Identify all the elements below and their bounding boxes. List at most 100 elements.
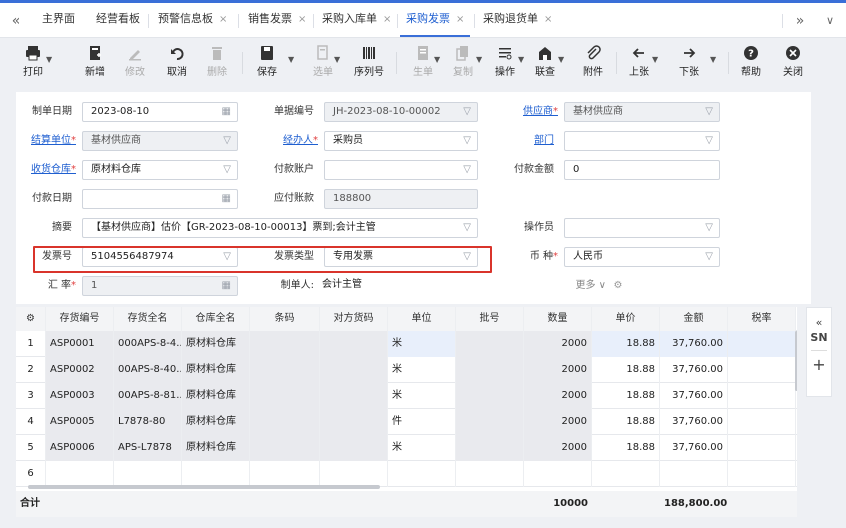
- help-button[interactable]: ? 帮助: [736, 44, 766, 78]
- linked-query-button[interactable]: 联查: [530, 44, 560, 78]
- dept-input[interactable]: ▽: [564, 131, 720, 151]
- vertical-scrollbar[interactable]: [795, 331, 797, 391]
- filter-icon[interactable]: ▽: [705, 103, 713, 121]
- table-row[interactable]: 1 ASP0001 000APS-8-4... 原材料仓库 米 2000 18.88 37,7…: [16, 331, 797, 357]
- filter-icon[interactable]: ▽: [705, 219, 713, 237]
- table-row[interactable]: 6: [16, 461, 797, 487]
- calculator-icon[interactable]: ▦: [222, 277, 231, 295]
- operator-input[interactable]: ▽: [564, 218, 720, 238]
- grid-cell[interactable]: ASP0005: [46, 409, 114, 435]
- next-dropdown-icon[interactable]: ▼: [710, 55, 716, 64]
- grid-cell[interactable]: 原材料仓库: [182, 357, 250, 383]
- close-icon[interactable]: ×: [383, 14, 391, 25]
- serial-number-button[interactable]: 序列号: [354, 44, 384, 78]
- print-button[interactable]: 打印: [18, 44, 48, 78]
- grid-cell[interactable]: 原材料仓库: [182, 331, 250, 357]
- column-header[interactable]: 对方货码: [320, 307, 388, 331]
- close-icon[interactable]: ×: [544, 14, 552, 25]
- prev-dropdown-icon[interactable]: ▼: [652, 55, 658, 64]
- tab-dashboard[interactable]: 经营看板: [90, 3, 146, 37]
- select-dropdown-icon[interactable]: ▼: [334, 55, 340, 64]
- grid-cell[interactable]: 000APS-8-4...: [114, 331, 182, 357]
- column-header[interactable]: 单位: [388, 307, 456, 331]
- grid-cell[interactable]: [320, 461, 388, 487]
- grid-cell[interactable]: 2000: [524, 409, 592, 435]
- grid-cell[interactable]: ASP0001: [46, 331, 114, 357]
- grid-cell[interactable]: [456, 435, 524, 461]
- column-header[interactable]: 存货编号: [46, 307, 114, 331]
- rate-input[interactable]: 1 ▦: [82, 276, 238, 296]
- filter-icon[interactable]: ▽: [463, 161, 471, 179]
- table-row[interactable]: 5 ASP0006 APS-L7878 原材料仓库 米 2000 18.88 37,760.0…: [16, 435, 797, 461]
- tab-scroll-left-icon[interactable]: «: [6, 9, 26, 33]
- grid-cell[interactable]: [320, 357, 388, 383]
- grid-cell[interactable]: 米: [388, 331, 456, 357]
- grid-cell[interactable]: 米: [388, 383, 456, 409]
- grid-cell[interactable]: [320, 383, 388, 409]
- copy-button[interactable]: 复制: [448, 44, 478, 78]
- grid-cell[interactable]: [456, 409, 524, 435]
- generate-dropdown-icon[interactable]: ▼: [434, 55, 440, 64]
- grid-cell[interactable]: ASP0003: [46, 383, 114, 409]
- grid-cell[interactable]: [728, 331, 796, 357]
- close-icon[interactable]: ×: [456, 14, 464, 25]
- grid-cell[interactable]: [728, 461, 796, 487]
- grid-cell[interactable]: ASP0002: [46, 357, 114, 383]
- grid-cell[interactable]: [728, 383, 796, 409]
- grid-cell[interactable]: [250, 435, 320, 461]
- grid-cell[interactable]: [250, 357, 320, 383]
- grid-cell[interactable]: 18.88: [592, 435, 660, 461]
- doc-no-input[interactable]: JH-2023-08-10-00002 ▽: [324, 102, 478, 122]
- tab-alerts[interactable]: 预警信息板 ×: [152, 3, 233, 37]
- close-button[interactable]: 关闭: [778, 44, 808, 78]
- grid-cell[interactable]: [320, 409, 388, 435]
- table-row[interactable]: 2 ASP0002 00APS-8-40... 原材料仓库 米 2000 18.88 37,7…: [16, 357, 797, 383]
- operate-dropdown-icon[interactable]: ▼: [518, 55, 524, 64]
- modify-button[interactable]: 修改: [120, 44, 150, 78]
- grid-cell[interactable]: 00APS-8-81...: [114, 383, 182, 409]
- tab-purchase-receipt[interactable]: 采购入库单 ×: [316, 3, 397, 37]
- grid-cell[interactable]: [728, 435, 796, 461]
- filter-icon[interactable]: ▽: [223, 132, 231, 150]
- summary-input[interactable]: 【基材供应商】估价【GR-2023-08-10-00013】票到;会计主管 ▽: [82, 218, 478, 238]
- grid-cell[interactable]: 原材料仓库: [182, 383, 250, 409]
- grid-cell[interactable]: [524, 461, 592, 487]
- table-row[interactable]: 4 ASP0005 L7878-80 原材料仓库 件 2000 18.88 37,760.00: [16, 409, 797, 435]
- grid-cell[interactable]: APS-L7878: [114, 435, 182, 461]
- save-dropdown-icon[interactable]: ▼: [288, 55, 294, 64]
- column-settings-icon[interactable]: ⚙: [16, 307, 46, 331]
- doc-date-input[interactable]: 2023-08-10 ▦: [82, 102, 238, 122]
- column-header[interactable]: 金额: [660, 307, 728, 331]
- filter-icon[interactable]: ▽: [463, 219, 471, 237]
- column-header[interactable]: 批号: [456, 307, 524, 331]
- copy-dropdown-icon[interactable]: ▼: [476, 55, 482, 64]
- settle-unit-input[interactable]: 基材供应商 ▽: [82, 131, 238, 151]
- grid-cell[interactable]: 18.88: [592, 331, 660, 357]
- grid-cell[interactable]: 37,760.00: [660, 409, 728, 435]
- grid-cell[interactable]: [320, 435, 388, 461]
- pay-date-input[interactable]: ▦: [82, 189, 238, 209]
- currency-input[interactable]: 人民币 ▽: [564, 247, 720, 267]
- grid-cell[interactable]: 2000: [524, 331, 592, 357]
- column-header[interactable]: 条码: [250, 307, 320, 331]
- grid-cell[interactable]: 原材料仓库: [182, 435, 250, 461]
- warehouse-label[interactable]: 收货仓库*: [16, 160, 76, 180]
- pay-amount-input[interactable]: 0: [564, 160, 720, 180]
- grid-cell[interactable]: [456, 461, 524, 487]
- grid-cell[interactable]: 37,760.00: [660, 383, 728, 409]
- prev-button[interactable]: 上张: [624, 44, 654, 78]
- print-dropdown-icon[interactable]: ▼: [46, 55, 52, 64]
- grid-cell[interactable]: [388, 461, 456, 487]
- filter-icon[interactable]: ▽: [463, 103, 471, 121]
- close-icon[interactable]: ×: [219, 14, 227, 25]
- more-toggle[interactable]: 更多 ∨: [556, 276, 607, 296]
- tab-home[interactable]: 主界面: [36, 3, 81, 37]
- grid-cell[interactable]: [456, 383, 524, 409]
- grid-cell[interactable]: 米: [388, 435, 456, 461]
- grid-cell[interactable]: [728, 357, 796, 383]
- grid-cell[interactable]: [114, 461, 182, 487]
- settings-gear-icon[interactable]: ⚙: [610, 276, 626, 296]
- column-header[interactable]: 仓库全名: [182, 307, 250, 331]
- filter-icon[interactable]: ▽: [223, 161, 231, 179]
- grid-cell[interactable]: 18.88: [592, 357, 660, 383]
